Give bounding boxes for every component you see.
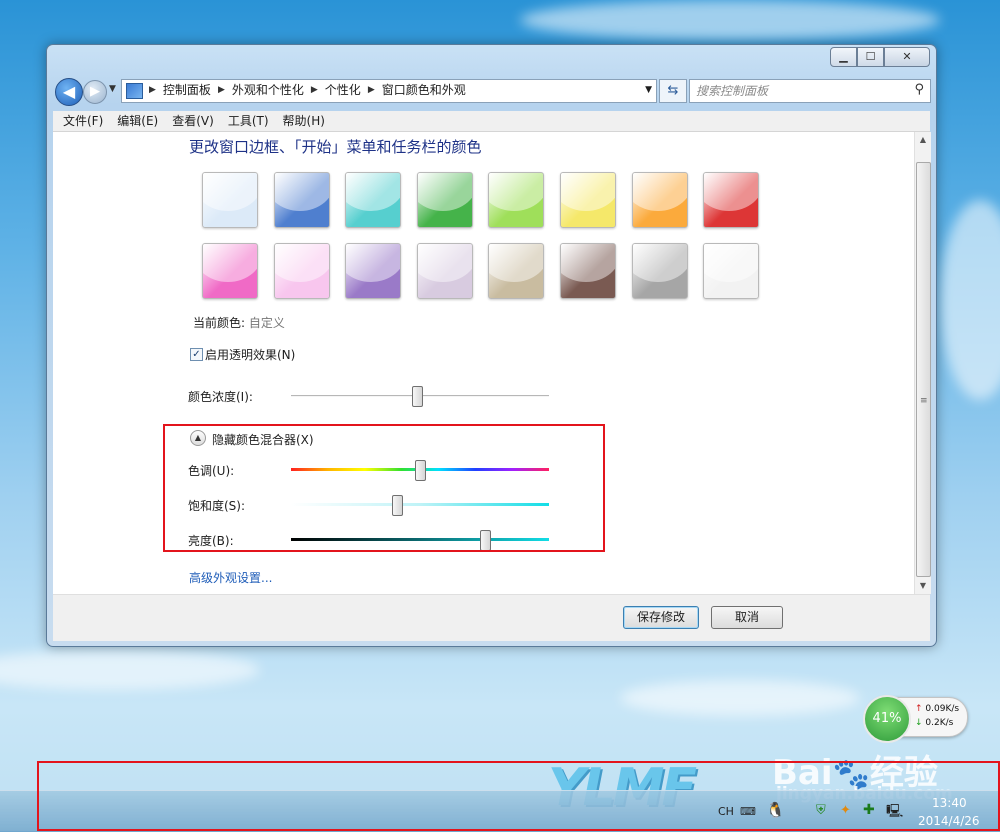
cpu-usage-indicator: 41% [863,695,911,743]
breadcrumb-control-panel[interactable]: 控制面板 [163,80,211,102]
page-title: 更改窗口边框、「开始」菜单和任务栏的颜色 [189,138,482,156]
maximize-button[interactable]: ☐ [857,47,884,67]
advanced-appearance-link[interactable]: 高级外观设置... [189,569,272,586]
color-swatch[interactable] [202,172,258,228]
color-swatch[interactable] [273,243,330,299]
color-swatch[interactable] [345,243,402,299]
highlight-box [163,424,605,552]
menu-view[interactable]: 查看(V) [172,111,214,131]
cancel-button[interactable]: 取消 [711,606,783,629]
menu-file[interactable]: 文件(F) [63,111,103,131]
transparency-label[interactable]: 启用透明效果(N) [205,346,295,363]
scrollbar-thumb[interactable]: ≡ [916,162,931,577]
upload-speed: ↑ 0.09K/s [915,704,960,714]
color-swatch[interactable] [273,172,330,228]
breadcrumb-appearance[interactable]: 外观和个性化 [232,80,304,102]
taskbar-highlight-box [37,761,1000,831]
search-box[interactable]: ⚲ [689,79,931,103]
color-swatch[interactable] [631,243,688,299]
color-swatch[interactable] [703,172,760,228]
forward-button[interactable]: ▶ [83,80,107,104]
color-swatch[interactable] [703,243,760,299]
color-swatch[interactable] [416,172,473,228]
vertical-scrollbar[interactable]: ▲ ≡ ▼ [914,132,931,594]
intensity-slider-thumb[interactable] [412,386,424,407]
color-swatch[interactable] [202,243,258,299]
current-color-value: 自定义 [248,316,285,330]
scroll-up-icon[interactable]: ▲ [915,132,931,148]
cloud [940,200,1000,400]
menu-tools[interactable]: 工具(T) [228,111,269,131]
color-swatch[interactable] [345,172,402,228]
cloud [520,0,940,40]
refresh-button[interactable]: ⇆ [659,79,687,103]
color-swatch[interactable] [488,243,545,299]
back-button[interactable]: ◀ [55,78,83,106]
navigation-bar: ◀ ▶ ▼ ▶ 控制面板 ▶ 外观和个性化 ▶ 个性化 ▶ 窗口颜色和外观 ▼ … [53,77,931,106]
window-controls: ▁ ☐ ✕ [830,47,930,67]
save-button[interactable]: 保存修改 [623,606,699,629]
color-swatch[interactable] [416,243,473,299]
history-dropdown-icon[interactable]: ▼ [109,84,116,94]
color-swatch[interactable] [631,172,688,228]
chevron-right-icon[interactable]: ▶ [368,80,375,102]
chevron-right-icon[interactable]: ▶ [149,80,156,102]
breadcrumb-personalization[interactable]: 个性化 [325,80,361,102]
search-icon[interactable]: ⚲ [914,82,924,97]
color-swatch[interactable] [560,172,616,228]
chevron-right-icon[interactable]: ▶ [218,80,225,102]
grip-icon: ≡ [920,396,928,406]
minimize-button[interactable]: ▁ [830,47,857,67]
chevron-down-icon[interactable]: ▼ [645,80,652,101]
cloud [620,680,860,716]
control-panel-icon [126,83,143,99]
breadcrumb-window-color[interactable]: 窗口颜色和外观 [382,80,466,102]
content-pane: 更改窗口边框、「开始」菜单和任务栏的颜色 当前颜色: 自定义 ✓ 启用透明效果(… [53,132,914,594]
chevron-right-icon[interactable]: ▶ [311,80,318,102]
download-speed: ↓ 0.2K/s [915,718,954,728]
close-button[interactable]: ✕ [884,47,930,67]
breadcrumb: ▶ 控制面板 ▶ 外观和个性化 ▶ 个性化 ▶ 窗口颜色和外观 [146,80,466,102]
cloud [0,650,260,690]
address-bar[interactable]: ▶ 控制面板 ▶ 外观和个性化 ▶ 个性化 ▶ 窗口颜色和外观 ▼ [121,79,657,103]
search-input[interactable] [696,82,896,99]
scroll-down-icon[interactable]: ▼ [915,578,931,594]
color-swatch[interactable] [488,172,545,228]
dialog-footer: 保存修改 取消 [53,594,930,641]
menu-help[interactable]: 帮助(H) [283,111,325,131]
transparency-checkbox[interactable]: ✓ [190,348,203,361]
current-color-label: 当前颜色: 自定义 [193,316,285,330]
menu-edit[interactable]: 编辑(E) [117,111,158,131]
control-panel-window: ▁ ☐ ✕ ◀ ▶ ▼ ▶ 控制面板 ▶ 外观和个性化 ▶ 个性化 ▶ 窗口颜色… [46,44,937,647]
menu-bar: 文件(F) 编辑(E) 查看(V) 工具(T) 帮助(H) [53,111,930,132]
intensity-label: 颜色浓度(I): [188,390,253,404]
color-swatch[interactable] [560,243,616,299]
network-speed-widget[interactable]: 41% ↑ 0.09K/s ↓ 0.2K/s [863,695,968,743]
